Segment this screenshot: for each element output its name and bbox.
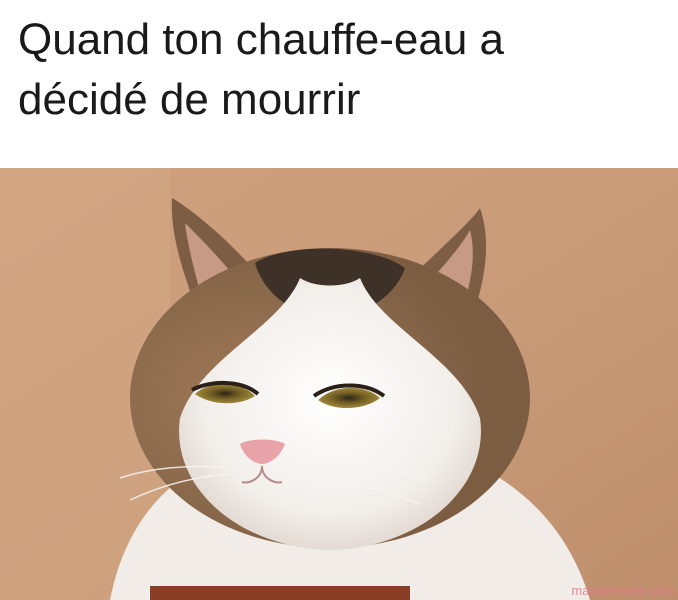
- meme-container: Quand ton chauffe-eau a décidé de mourri…: [0, 0, 678, 600]
- wooden-ledge: [150, 586, 410, 600]
- watermark: makeitmeme.com: [571, 583, 674, 598]
- meme-caption: Quand ton chauffe-eau a décidé de mourri…: [18, 10, 658, 130]
- cat-illustration: [0, 168, 678, 600]
- cat-photo: [0, 168, 678, 600]
- caption-line-2: décidé de mourrir: [18, 75, 361, 124]
- caption-line-1: Quand ton chauffe-eau a: [18, 15, 505, 64]
